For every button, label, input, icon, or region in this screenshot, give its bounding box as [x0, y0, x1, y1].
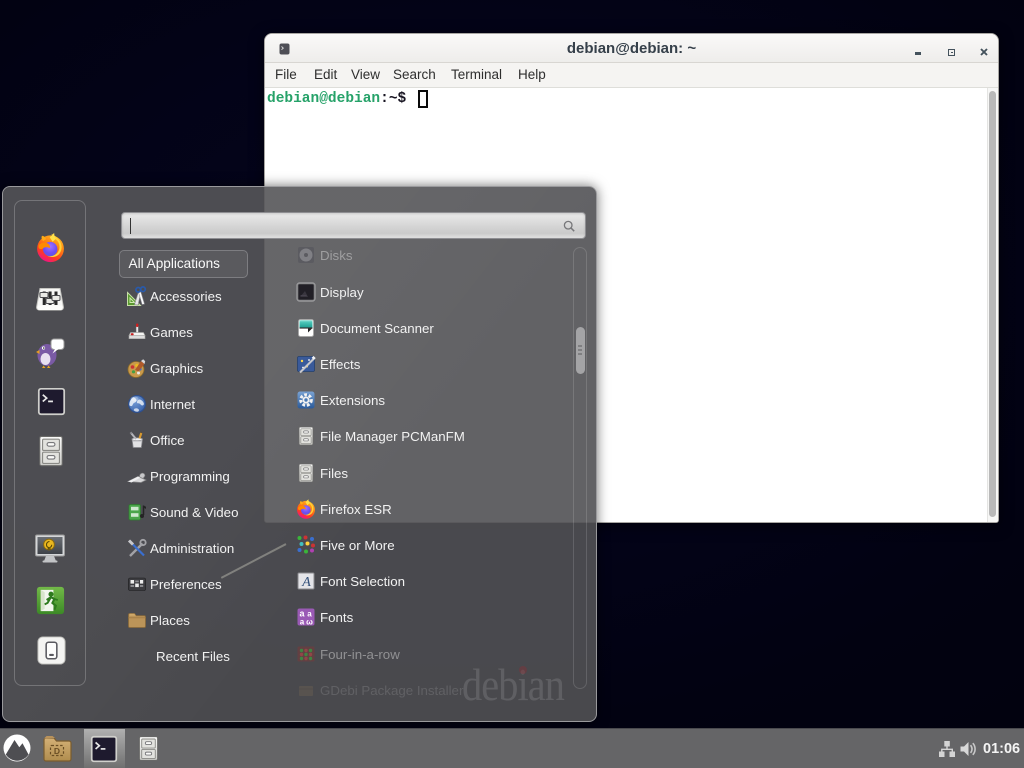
- svg-text:A: A: [301, 575, 311, 590]
- svg-text:D: D: [54, 746, 60, 756]
- svg-text:a: a: [300, 618, 305, 627]
- svg-text:ω: ω: [306, 618, 313, 627]
